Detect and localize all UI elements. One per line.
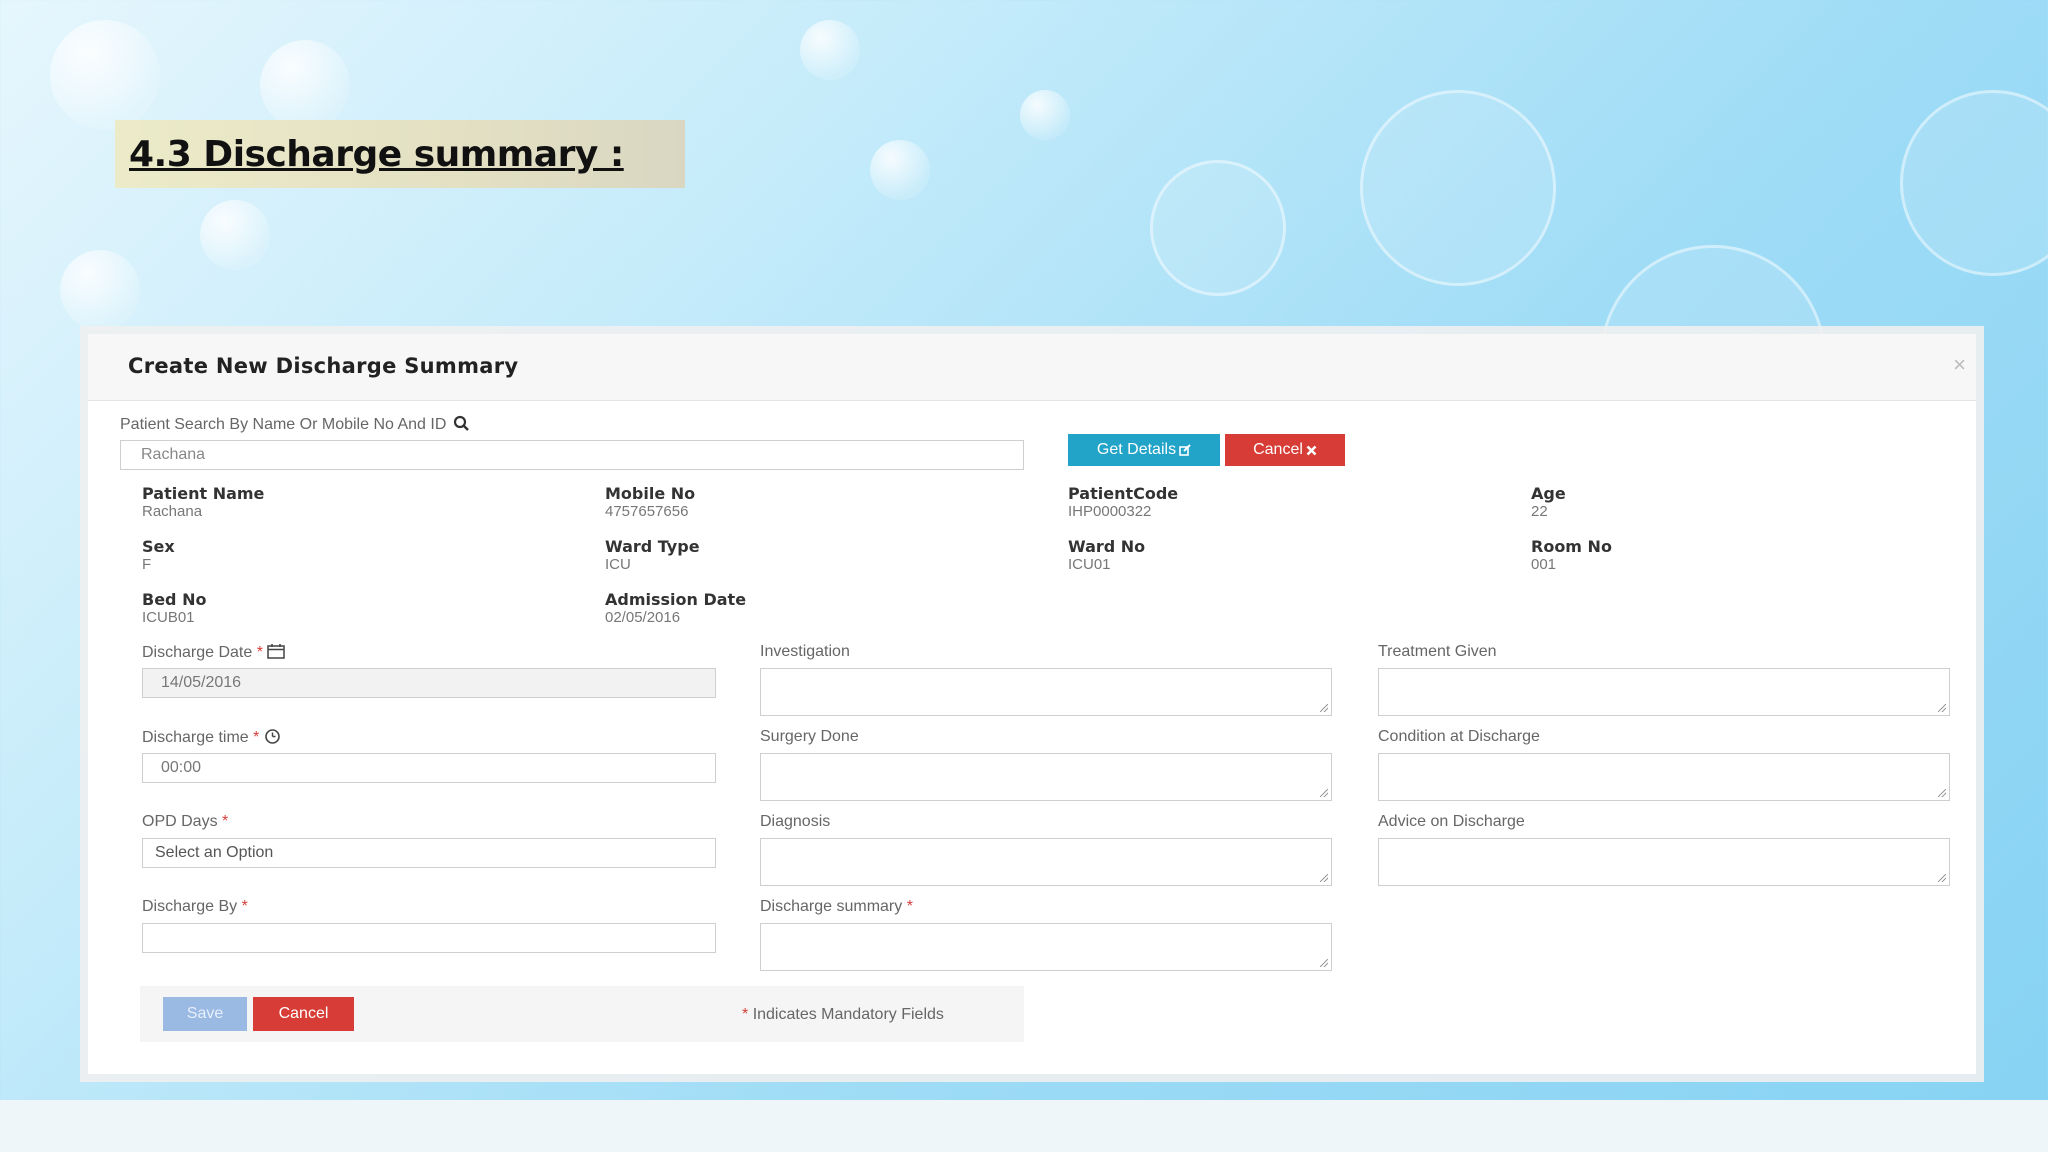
discharge-summary-label: Discharge summary * (760, 898, 913, 915)
background-ring (1150, 160, 1286, 296)
discharge-time-input[interactable]: 00:00 (142, 753, 716, 783)
surgery-done-label: Surgery Done (760, 728, 859, 745)
patient-info-item: Ward Type ICU (605, 537, 700, 573)
diagnosis-textarea[interactable] (760, 838, 1332, 886)
calendar-icon (267, 644, 286, 659)
investigation-label: Investigation (760, 643, 850, 660)
patient-info-item: Room No 001 (1531, 537, 1612, 573)
search-icon (453, 415, 469, 431)
opd-days-label: OPD Days * (142, 813, 229, 830)
background-bubble (1020, 90, 1070, 140)
patient-info-item: Mobile No 4757657656 (605, 484, 696, 520)
diagnosis-label: Diagnosis (760, 813, 831, 830)
search-cancel-button[interactable]: Cancel (1225, 434, 1345, 466)
discharge-date-input[interactable]: 14/05/2016 (142, 668, 716, 698)
background-bubble (200, 200, 270, 270)
clock-icon (265, 729, 280, 744)
discharge-by-input[interactable] (142, 923, 716, 953)
surgery-done-textarea[interactable] (760, 753, 1332, 801)
cancel-button[interactable]: Cancel (253, 997, 354, 1031)
advice-on-discharge-label: Advice on Discharge (1378, 813, 1525, 830)
edit-icon (1179, 444, 1191, 456)
background-bubble (260, 40, 350, 130)
patient-info-item: Bed No ICUB01 (142, 590, 207, 626)
discharge-date-label: Discharge Date * (142, 643, 286, 662)
patient-info-item: Ward No ICU01 (1068, 537, 1146, 573)
treatment-given-label: Treatment Given (1378, 643, 1497, 660)
get-details-button[interactable]: Get Details (1068, 434, 1220, 466)
patient-info-item: Sex F (142, 537, 175, 573)
discharge-summary-textarea[interactable] (760, 923, 1332, 971)
discharge-summary-modal: Create New Discharge Summary × Patient S… (88, 334, 1976, 1074)
save-button[interactable]: Save (163, 997, 247, 1031)
discharge-by-label: Discharge By * (142, 898, 248, 915)
patient-info-item: PatientCode IHP0000322 (1068, 484, 1179, 520)
discharge-time-label: Discharge time * (142, 728, 281, 747)
background-bubble (60, 250, 140, 330)
patient-info-item: Admission Date 02/05/2016 (605, 590, 747, 626)
slide-title-text: 4.3 Discharge summary : (129, 133, 624, 175)
modal-title: Create New Discharge Summary (128, 354, 519, 378)
modal-header: Create New Discharge Summary × (88, 334, 1976, 401)
slide-title: 4.3 Discharge summary : (115, 120, 685, 188)
treatment-given-textarea[interactable] (1378, 668, 1950, 716)
advice-on-discharge-textarea[interactable] (1378, 838, 1950, 886)
condition-at-discharge-label: Condition at Discharge (1378, 728, 1540, 745)
patient-search-label: Patient Search By Name Or Mobile No And … (120, 415, 471, 434)
patient-info-item: Patient Name Rachana (142, 484, 265, 520)
opd-days-select[interactable]: Select an Option (142, 838, 716, 868)
background-ring (1360, 90, 1556, 286)
background-bubble (800, 20, 860, 80)
close-icon[interactable]: × (1953, 352, 1966, 378)
background-bubble (50, 20, 160, 130)
investigation-textarea[interactable] (760, 668, 1332, 716)
background-ring (1900, 90, 2048, 276)
background-bottom-strip (0, 1100, 2048, 1152)
background-bubble (870, 140, 930, 200)
patient-info-item: Age 22 (1531, 484, 1566, 520)
patient-search-input[interactable]: Rachana (120, 440, 1024, 470)
mandatory-fields-note: * Indicates Mandatory Fields (742, 1006, 944, 1023)
condition-at-discharge-textarea[interactable] (1378, 753, 1950, 801)
close-icon (1306, 445, 1317, 455)
